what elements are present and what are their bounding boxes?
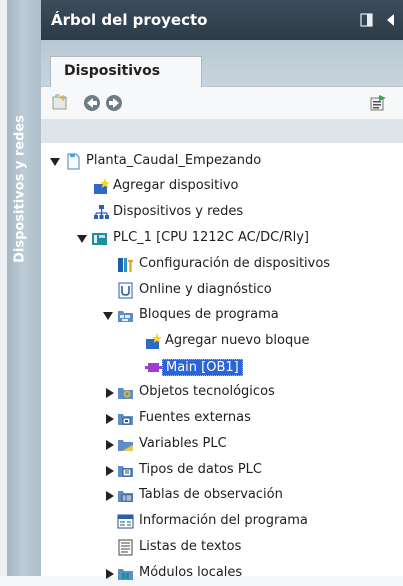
tree-item-label: Fuentes externas <box>139 410 251 425</box>
local-modules-icon <box>118 569 133 580</box>
external-sources-icon <box>118 414 133 425</box>
tree-item-devices-networks[interactable]: Dispositivos y redes <box>41 200 403 225</box>
tree-item-label: Información del programa <box>139 513 308 528</box>
project-tree-panel: Árbol del proyecto Dispositivos Planta_C… <box>41 0 403 580</box>
tree-item-main-ob1[interactable]: Main [OB1] <box>41 355 403 380</box>
expanded-arrow-icon[interactable] <box>50 157 60 167</box>
tree-item-plc-tags[interactable]: Variables PLC <box>41 432 403 457</box>
collapsed-arrow-icon[interactable] <box>105 414 115 424</box>
tech-objects-icon <box>118 388 133 399</box>
tree-item-local-modules[interactable]: Módulos locales <box>41 561 403 586</box>
forward-icon[interactable] <box>105 94 123 112</box>
tree-item-plc[interactable]: PLC_1 [CPU 1212C AC/DC/Rly] <box>41 226 403 251</box>
back-icon[interactable] <box>83 94 101 112</box>
diagnostics-icon <box>118 282 133 299</box>
tree-item-label: Objetos tecnológicos <box>139 384 275 399</box>
project-tree: Planta_Caudal_Empezando Agregar disposit… <box>41 143 403 580</box>
device-config-icon <box>118 258 133 272</box>
tree-item-label: Online y diagnóstico <box>139 282 272 297</box>
tree-item-external-sources[interactable]: Fuentes externas <box>41 406 403 431</box>
update-icon[interactable] <box>369 94 387 112</box>
collapsed-arrow-icon[interactable] <box>105 491 115 501</box>
tree-item-program-info[interactable]: Información del programa <box>41 509 403 534</box>
tab-label: Dispositivos <box>64 63 161 79</box>
tree-item-add-device[interactable]: Agregar dispositivo <box>41 174 403 199</box>
left-sidebar: Dispositivos y redes <box>0 0 41 576</box>
tree-item-project[interactable]: Planta_Caudal_Empezando <box>41 149 403 174</box>
collapsed-arrow-icon[interactable] <box>105 440 115 450</box>
tree-item-label: Listas de textos <box>139 539 242 554</box>
tree-item-watch-tables[interactable]: Tablas de observación <box>41 483 403 508</box>
panel-titlebar: Árbol del proyecto <box>41 0 403 40</box>
tree-item-program-blocks[interactable]: Bloques de programa <box>41 303 403 328</box>
tree-item-online-diagnostics[interactable]: Online y diagnóstico <box>41 278 403 303</box>
watch-tables-icon <box>118 491 133 502</box>
collapsed-arrow-icon[interactable] <box>105 569 115 579</box>
folder-icon <box>118 311 133 322</box>
vertical-tab-label[interactable]: Dispositivos y redes <box>13 115 28 263</box>
network-icon <box>94 205 109 219</box>
tree-item-label: Tipos de datos PLC <box>139 462 262 477</box>
tree-item-tech-objects[interactable]: Objetos tecnológicos <box>41 380 403 405</box>
tree-toolbar <box>41 87 403 119</box>
tree-item-label: Main [OB1] <box>162 359 243 376</box>
tree-item-label: Configuración de dispositivos <box>139 256 331 271</box>
tree-header-strip <box>41 119 403 143</box>
project-icon <box>67 153 80 170</box>
tab-dispositivos[interactable]: Dispositivos <box>50 56 202 87</box>
collapse-arrow-icon[interactable] <box>385 13 395 27</box>
tree-item-plc-datatypes[interactable]: Tipos de datos PLC <box>41 458 403 483</box>
expanded-arrow-icon[interactable] <box>77 234 87 244</box>
tree-item-label: Módulos locales <box>139 565 243 580</box>
tree-item-label: Bloques de programa <box>139 307 279 322</box>
text-lists-icon <box>118 539 133 556</box>
add-block-icon <box>146 333 162 349</box>
program-info-icon <box>117 514 134 529</box>
expanded-arrow-icon[interactable] <box>103 311 113 321</box>
tree-item-label: Agregar nuevo bloque <box>165 333 310 348</box>
plc-tags-icon <box>118 440 133 451</box>
vertical-tab-devices-networks[interactable] <box>7 0 41 576</box>
new-group-icon[interactable] <box>51 94 69 112</box>
collapsed-arrow-icon[interactable] <box>105 388 115 398</box>
tree-item-label: Planta_Caudal_Empezando <box>86 153 262 168</box>
tree-item-text-lists[interactable]: Listas de textos <box>41 535 403 560</box>
ob-block-icon <box>145 363 162 372</box>
tree-item-label: Tablas de observación <box>139 487 283 502</box>
tree-item-device-config[interactable]: Configuración de dispositivos <box>41 252 403 277</box>
panel-title: Árbol del proyecto <box>51 11 208 29</box>
plc-icon <box>92 233 107 245</box>
pin-icon[interactable] <box>360 13 373 27</box>
tree-item-label: Variables PLC <box>139 436 227 451</box>
tree-item-label: Agregar dispositivo <box>113 178 239 193</box>
collapsed-arrow-icon[interactable] <box>105 466 115 476</box>
tree-item-label: Dispositivos y redes <box>113 204 244 219</box>
tree-item-label: PLC_1 [CPU 1212C AC/DC/Rly] <box>113 230 309 245</box>
add-device-icon <box>94 178 110 194</box>
plc-datatypes-icon <box>118 466 133 477</box>
tree-item-add-block[interactable]: Agregar nuevo bloque <box>41 329 403 354</box>
